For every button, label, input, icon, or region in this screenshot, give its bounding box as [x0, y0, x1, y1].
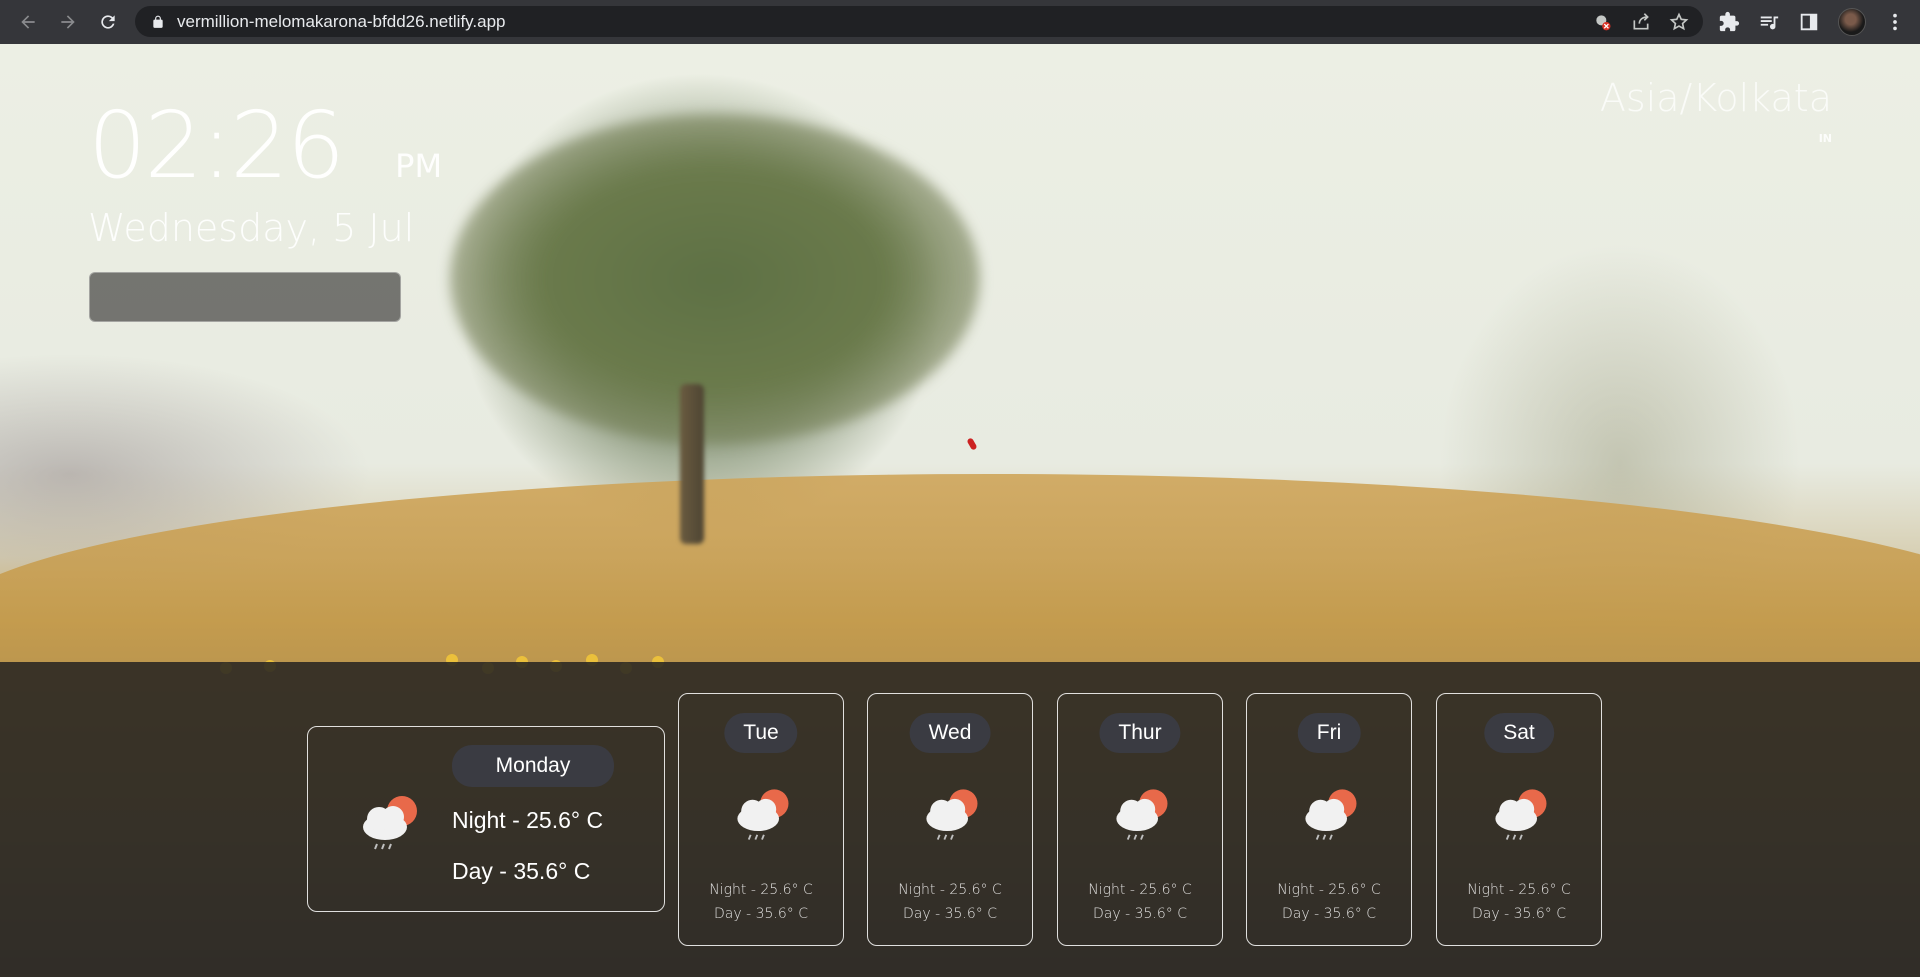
- lock-icon[interactable]: [151, 15, 165, 29]
- forecast-panel: Monday Night - 25.6° C Day - 35.6° C Tue…: [0, 662, 1920, 977]
- media-icon[interactable]: [1758, 11, 1780, 33]
- cloud-sun-rain-icon: [1485, 782, 1555, 850]
- clock-ampm: PM: [395, 147, 443, 185]
- cursor-marker: [966, 437, 978, 451]
- clock-time: 02:26: [88, 92, 345, 199]
- forecast-day-temp: Day - 35.6° C: [714, 906, 808, 922]
- today-day-label: Monday: [452, 745, 614, 787]
- menu-icon[interactable]: [1884, 11, 1906, 33]
- forecast-card-fri: Fri Night - 25.6° C Day - 35.6° C: [1246, 693, 1412, 946]
- forecast-night-temp: Night - 25.6° C: [709, 882, 813, 898]
- forward-icon[interactable]: [48, 2, 88, 42]
- cloud-sun-rain-icon: [727, 782, 797, 850]
- forecast-night-temp: Night - 25.6° C: [1277, 882, 1381, 898]
- forecast-day-label: Fri: [1297, 713, 1361, 753]
- forecast-day-temp: Day - 35.6° C: [1472, 906, 1566, 922]
- url-text[interactable]: vermillion-melomakarona-bfdd26.netlify.a…: [177, 12, 506, 32]
- forecast-day-label: Wed: [909, 713, 991, 753]
- forecast-day-label: Tue: [724, 713, 798, 753]
- forecast-day-temp: Day - 35.6° C: [1282, 906, 1376, 922]
- weather-page: 02:26 PM Wednesday, 5 Jul Asia/Kolkata I…: [0, 44, 1920, 977]
- cloud-sun-rain-icon: [1295, 782, 1365, 850]
- extensions-icon[interactable]: [1718, 11, 1740, 33]
- cloud-sun-rain-icon: [916, 782, 986, 850]
- star-icon[interactable]: [1669, 12, 1689, 32]
- clock: 02:26 PM: [88, 92, 442, 199]
- today-night-temp: Night - 25.6° C: [452, 807, 604, 833]
- timezone-text: Asia/Kolkata: [1599, 76, 1832, 120]
- address-bar[interactable]: vermillion-melomakarona-bfdd26.netlify.a…: [135, 6, 1703, 37]
- forecast-card-thur: Thur Night - 25.6° C Day - 35.6° C: [1057, 693, 1223, 946]
- forecast-day-temp: Day - 35.6° C: [903, 906, 997, 922]
- blocked-camera-icon[interactable]: [1593, 12, 1613, 32]
- country-code: IN: [1818, 132, 1832, 145]
- cloud-sun-rain-icon: [1106, 782, 1176, 850]
- background-tree-trunk: [680, 384, 704, 544]
- forecast-day-label: Sat: [1484, 713, 1554, 753]
- forecast-day-temp: Day - 35.6° C: [1093, 906, 1187, 922]
- forecast-night-temp: Night - 25.6° C: [1088, 882, 1192, 898]
- browser-toolbar: vermillion-melomakarona-bfdd26.netlify.a…: [0, 0, 1920, 44]
- forecast-night-temp: Night - 25.6° C: [1467, 882, 1571, 898]
- sidepanel-icon[interactable]: [1798, 11, 1820, 33]
- background-tree: [450, 114, 980, 444]
- back-icon[interactable]: [8, 2, 48, 42]
- forecast-card-wed: Wed Night - 25.6° C Day - 35.6° C: [867, 693, 1033, 946]
- forecast-day-label: Thur: [1099, 713, 1181, 753]
- share-icon[interactable]: [1631, 12, 1651, 32]
- forecast-card-sat: Sat Night - 25.6° C Day - 35.6° C: [1436, 693, 1602, 946]
- reload-icon[interactable]: [88, 2, 128, 42]
- cloud-sun-rain-icon: [352, 789, 426, 859]
- city-input[interactable]: [89, 272, 401, 322]
- forecast-card-tue: Tue Night - 25.6° C Day - 35.6° C: [678, 693, 844, 946]
- today-card: Monday Night - 25.6° C Day - 35.6° C: [307, 726, 665, 912]
- forecast-night-temp: Night - 25.6° C: [898, 882, 1002, 898]
- date-text: Wednesday, 5 Jul: [88, 206, 415, 250]
- profile-avatar[interactable]: [1838, 8, 1866, 36]
- today-day-temp: Day - 35.6° C: [452, 858, 591, 884]
